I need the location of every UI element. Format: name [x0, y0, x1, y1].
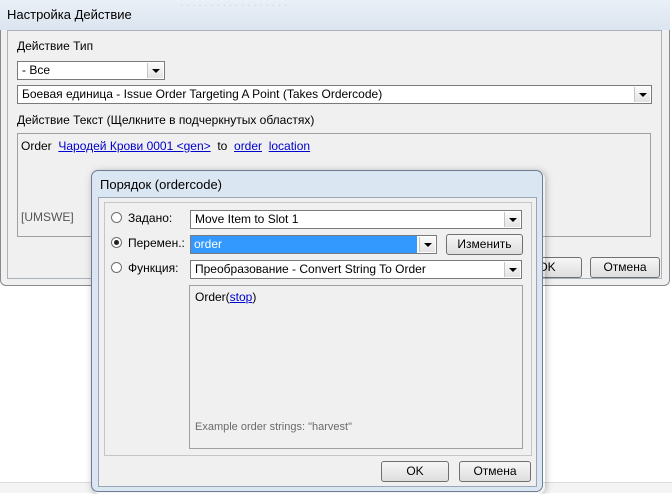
function-text-suffix: ): [252, 290, 257, 304]
outer-cancel-button[interactable]: Отмена: [590, 257, 660, 278]
category-dropdown[interactable]: - Все: [17, 61, 165, 80]
function-text-line: Order(stop): [195, 290, 256, 304]
function-dropdown[interactable]: Преобразование - Convert String To Order: [190, 260, 522, 279]
action-dropdown[interactable]: Боевая единица - Issue Order Targeting A…: [17, 85, 652, 104]
function-label: Функция:: [128, 261, 179, 275]
chevron-down-icon[interactable]: [419, 237, 435, 252]
umswe-tag: [UMSWE]: [21, 210, 74, 224]
chevron-down-icon[interactable]: [147, 63, 163, 78]
action-dropdown-value: Боевая единица - Issue Order Targeting A…: [22, 87, 383, 101]
edit-variable-button[interactable]: Изменить: [446, 234, 523, 255]
preset-label: Задано:: [128, 211, 173, 225]
location-link[interactable]: location: [269, 139, 310, 153]
variable-dropdown[interactable]: order: [190, 235, 437, 254]
inner-dialog-title: Порядок (ordercode): [100, 177, 223, 192]
function-dropdown-value: Преобразование - Convert String To Order: [195, 262, 426, 276]
preset-dropdown[interactable]: Move Item to Slot 1: [190, 210, 522, 229]
order-link[interactable]: order: [234, 139, 262, 153]
inner-cancel-button[interactable]: Отмена: [459, 461, 531, 482]
unit-link[interactable]: Чародей Крови 0001 <gen>: [58, 139, 210, 153]
chevron-down-icon[interactable]: [634, 87, 650, 102]
stop-link[interactable]: stop: [230, 290, 253, 304]
variable-label: Перемен.:: [128, 236, 185, 250]
background-window-text: · · · · · · · · · · · · · · · · · ·: [180, 0, 288, 11]
function-radio[interactable]: [111, 262, 122, 273]
example-order-strings: Example order strings: "harvest": [195, 421, 352, 433]
chevron-down-icon[interactable]: [504, 262, 520, 277]
variable-radio[interactable]: [111, 237, 122, 248]
inner-ok-button[interactable]: OK: [381, 461, 449, 482]
action-text-line: Order Чародей Крови 0001 <gen> to order …: [21, 139, 310, 153]
function-text-prefix: Order(: [195, 290, 230, 304]
action-text-label: Действие Текст (Щелкните в подчеркнутых …: [17, 113, 315, 127]
category-dropdown-value: - Все: [22, 63, 51, 77]
action-text-to: to: [217, 139, 228, 153]
action-text-prefix: Order: [21, 139, 52, 153]
action-type-label: Действие Тип: [17, 39, 94, 53]
preset-radio[interactable]: [111, 212, 122, 223]
outer-dialog-title: Настройка Действие: [7, 7, 132, 22]
chevron-down-icon[interactable]: [504, 212, 520, 227]
variable-dropdown-value: order: [191, 236, 417, 253]
preset-dropdown-value: Move Item to Slot 1: [195, 212, 299, 226]
